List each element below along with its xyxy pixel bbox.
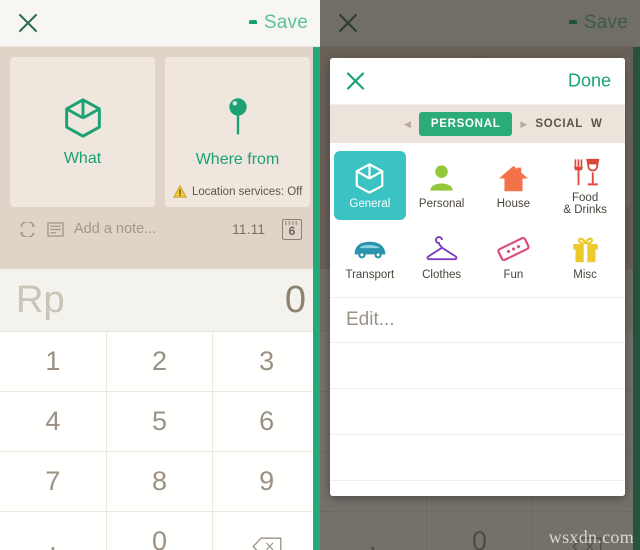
watermark: wsxdn.com (548, 527, 634, 547)
category-misc[interactable]: Misc (549, 222, 621, 291)
edit-label: Edit... (346, 309, 395, 330)
time-label[interactable]: 11.11 (232, 221, 265, 237)
gift-icon (571, 233, 600, 266)
key-7[interactable]: 7 (0, 452, 107, 512)
where-from-card[interactable]: Where from Location services: Off (165, 57, 310, 207)
category-clothes[interactable]: Clothes (406, 222, 478, 291)
amount-value: 0 (284, 279, 306, 321)
category-edit-list: Edit... (330, 297, 625, 496)
category-label: General (349, 197, 391, 210)
key-9[interactable]: 9 (213, 452, 320, 512)
list-item[interactable]: Edit... (330, 297, 625, 343)
calendar-day: 6 (288, 223, 296, 238)
box-icon (63, 97, 103, 144)
box-icon (354, 162, 385, 195)
category-tabbar: ◀ PERSONAL ▶ SOCIAL W (330, 105, 625, 143)
category-label: Clothes (422, 268, 462, 281)
key-6[interactable]: 6 (213, 392, 320, 452)
numeric-keypad: 1 2 3 4 5 6 7 8 9 , 0 (0, 332, 320, 550)
amount-bar[interactable]: Rp 0 (0, 269, 320, 332)
location-warning: Location services: Off (173, 184, 303, 198)
key-5[interactable]: 5 (106, 392, 214, 452)
key-2[interactable]: 2 (106, 332, 214, 392)
category-label: Misc (573, 268, 597, 281)
house-icon (498, 162, 529, 195)
category-grid: General Personal House Food & Drinks Tra… (330, 143, 625, 297)
list-item[interactable] (330, 435, 625, 481)
category-house[interactable]: House (478, 151, 550, 220)
done-button[interactable]: Done (568, 71, 611, 92)
repeat-icon[interactable] (18, 220, 37, 238)
food-drink-icon (570, 156, 601, 189)
modal-header: Done (330, 58, 625, 105)
app-bar: Save (0, 0, 320, 47)
right-phone-screen: Save Rp 0 1 2 3 4 5 6 7 8 9 , 0 (320, 0, 640, 550)
key-4[interactable]: 4 (0, 392, 107, 452)
tab-social[interactable]: SOCIAL (535, 118, 583, 130)
ticket-icon (497, 233, 530, 266)
list-item[interactable] (330, 389, 625, 435)
tab-prev-arrow-icon[interactable]: ◀ (404, 119, 411, 130)
category-picker-modal: Done ◀ PERSONAL ▶ SOCIAL W General Perso… (330, 58, 625, 496)
key-comma[interactable]: , (0, 512, 107, 550)
location-warning-text: Location services: Off (192, 185, 303, 198)
person-icon (428, 162, 455, 195)
screenshot-stage: Save What Where from Location services: … (0, 0, 640, 550)
key-8[interactable]: 8 (106, 452, 214, 512)
note-lines-icon[interactable] (47, 221, 64, 237)
category-label: Food & Drinks (563, 191, 607, 216)
save-button[interactable]: Save (264, 12, 308, 34)
backspace-icon (251, 532, 282, 550)
tab-personal[interactable]: PERSONAL (418, 112, 513, 136)
car-icon (352, 233, 388, 266)
entry-card-region: What Where from Location services: Off A… (0, 47, 320, 269)
category-label: Fun (503, 268, 524, 281)
calendar-icon[interactable]: 6 (282, 218, 302, 240)
category-label: Transport (345, 268, 395, 281)
category-general[interactable]: General (334, 151, 406, 220)
list-item[interactable] (330, 343, 625, 389)
category-food-drinks[interactable]: Food & Drinks (549, 151, 621, 220)
tab-next-arrow-icon[interactable]: ▶ (520, 119, 527, 130)
category-fun[interactable]: Fun (478, 222, 550, 291)
where-from-card-label: Where from (195, 150, 280, 168)
entry-cards: What Where from Location services: Off (10, 57, 310, 207)
hanger-icon (425, 233, 459, 266)
tab-w-truncated[interactable]: W (591, 118, 603, 130)
key-backspace[interactable] (213, 512, 320, 550)
note-input[interactable]: Add a note... (74, 221, 222, 237)
key-0[interactable]: 0 (107, 512, 214, 550)
calendar-top-rings (285, 220, 299, 225)
what-card[interactable]: What (10, 57, 155, 207)
close-x-icon[interactable] (346, 72, 365, 91)
category-label: House (496, 197, 530, 210)
map-pin-icon (226, 96, 250, 143)
category-personal[interactable]: Personal (406, 151, 478, 220)
green-accent-rail (313, 47, 320, 550)
key-1[interactable]: 1 (0, 332, 107, 392)
close-x-icon[interactable] (18, 13, 38, 33)
note-row: Add a note... 11.11 6 (10, 207, 310, 251)
key-3[interactable]: 3 (213, 332, 320, 392)
category-transport[interactable]: Transport (334, 222, 406, 291)
currency-label: Rp (16, 279, 65, 321)
what-card-label: What (63, 149, 102, 167)
warning-triangle-icon (173, 184, 187, 198)
category-label: Personal (418, 197, 465, 210)
left-phone-screen: Save What Where from Location services: … (0, 0, 320, 550)
